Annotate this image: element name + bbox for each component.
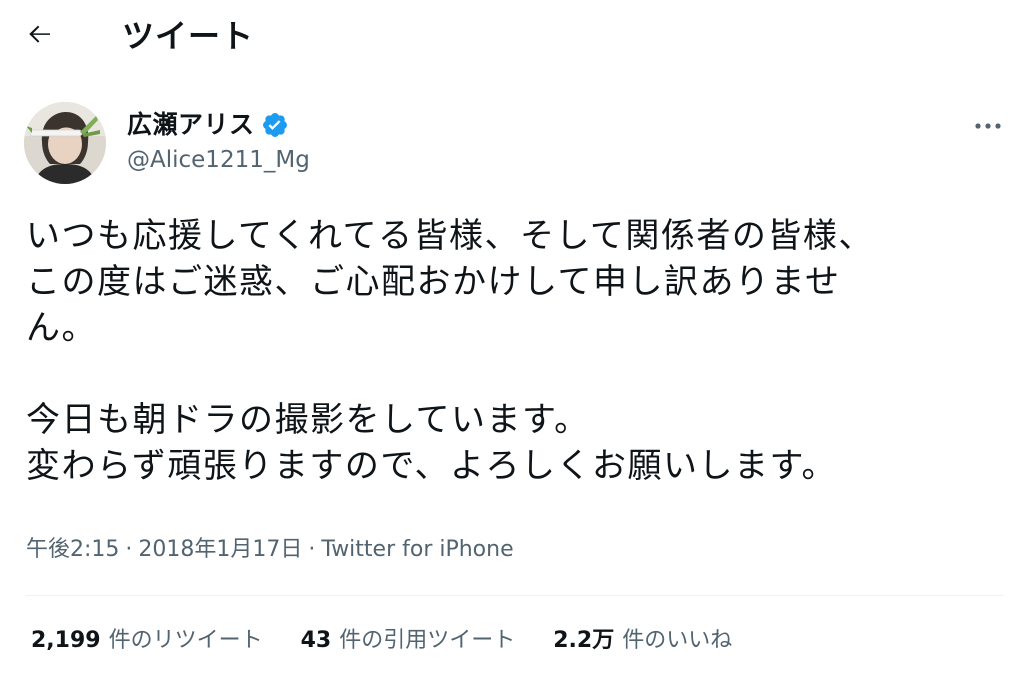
author-name-row: 広瀬アリス bbox=[127, 108, 289, 142]
quote-count: 43 bbox=[300, 628, 332, 653]
tweet-stats: 2,199 件のリツイート 43 件の引用ツイート 2.2万 件のいいね bbox=[31, 624, 732, 658]
top-bar: ツイート bbox=[0, 0, 1024, 72]
tweet-metadata: 午後2:15 · 2018年1月17日 · Twitter for iPhone bbox=[26, 534, 514, 566]
page-title: ツイート bbox=[122, 17, 255, 55]
quote-label: 件の引用ツイート bbox=[339, 628, 516, 653]
tweet-date[interactable]: 2018年1月17日 bbox=[138, 534, 302, 566]
arrow-left-icon bbox=[25, 19, 55, 53]
quotes-stat[interactable]: 43 件の引用ツイート bbox=[301, 625, 516, 657]
like-count: 2.2万 bbox=[553, 628, 615, 653]
display-name[interactable]: 広瀬アリス bbox=[127, 109, 255, 141]
like-label: 件のいいね bbox=[622, 628, 733, 653]
likes-stat[interactable]: 2.2万 件のいいね bbox=[553, 625, 732, 657]
meta-separator: · bbox=[308, 537, 316, 562]
meta-separator: · bbox=[125, 537, 133, 562]
retweet-label: 件のリツイート bbox=[108, 628, 263, 653]
avatar[interactable] bbox=[24, 102, 106, 184]
retweet-count: 2,199 bbox=[31, 628, 101, 653]
tweet-source[interactable]: Twitter for iPhone bbox=[321, 534, 513, 566]
tweet-text: いつも応援してくれてる皆様、そして関係者の皆様、 この度はご迷惑、ご心配おかけし… bbox=[26, 216, 874, 486]
more-options-button[interactable] bbox=[968, 108, 1008, 142]
retweets-stat[interactable]: 2,199 件のリツイート bbox=[31, 625, 263, 657]
verified-badge-icon bbox=[261, 111, 289, 139]
more-horizontal-icon bbox=[974, 116, 1002, 135]
back-button[interactable] bbox=[22, 18, 58, 54]
divider bbox=[26, 595, 1004, 596]
user-handle[interactable]: @Alice1211_Mg bbox=[127, 144, 310, 176]
tweet-time[interactable]: 午後2:15 bbox=[26, 534, 119, 566]
avatar-image bbox=[24, 102, 106, 184]
